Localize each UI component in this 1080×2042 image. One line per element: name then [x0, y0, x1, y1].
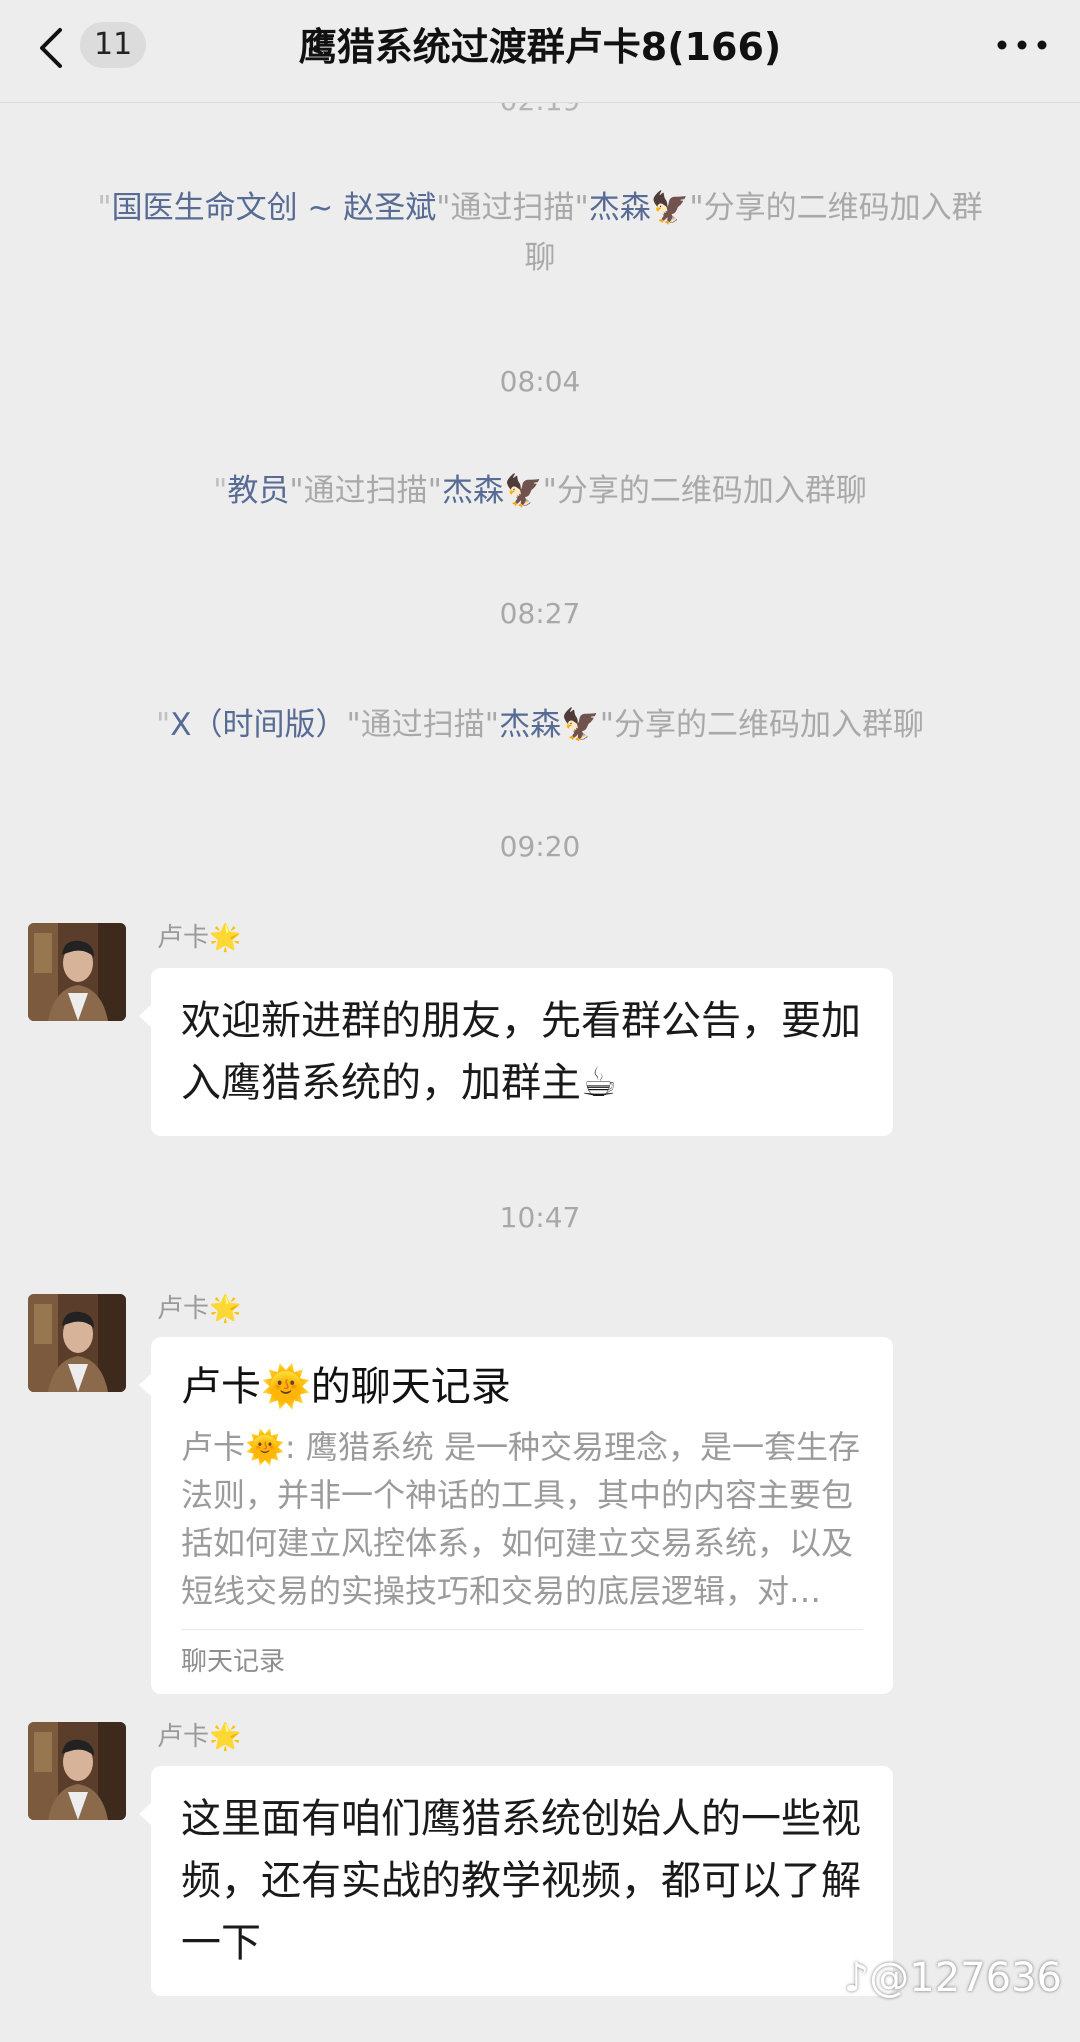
more-button[interactable] — [992, 30, 1052, 60]
timestamp: 10:47 — [499, 1201, 581, 1234]
sender-name: 卢卡🌟 — [157, 1722, 242, 1752]
system-message-join: "国医生命文创 ~ 赵圣斌"通过扫描"杰森🦅"分享的二维码加入群聊 — [97, 190, 983, 276]
more-dots-icon — [997, 40, 1047, 50]
chat-record-card[interactable]: 卢卡🌞的聊天记录 卢卡🌞: 鹰猎系统 是一种交易理念，是一套生存法则，并非一个神… — [139, 1337, 893, 1694]
sharer-name-link[interactable]: 杰森🦅 — [442, 473, 543, 509]
watermark: ♪@127636 — [843, 1955, 1062, 2001]
chat-record-footer: 聊天记录 — [181, 1629, 863, 1680]
chat-record-title: 卢卡🌞的聊天记录 — [181, 1364, 511, 1410]
watermark-logo-icon: ♪ — [843, 1955, 870, 2001]
back-chevron-icon — [40, 28, 62, 68]
sender-name: 卢卡🌟 — [157, 923, 242, 953]
unread-count-badge[interactable]: 11 — [80, 22, 147, 68]
sender-name: 卢卡🌟 — [157, 1294, 242, 1324]
member-name-link[interactable]: 国医生命文创 ~ 赵圣斌 — [112, 190, 437, 226]
back-button[interactable] — [30, 18, 74, 78]
system-message-join: "教员"通过扫描"杰森🦅"分享的二维码加入群聊 — [213, 473, 867, 509]
sharer-name-link[interactable]: 杰森🦅 — [499, 707, 600, 743]
chat-header: 11 鹰猎系统过渡群卢卡8(166) — [0, 0, 1080, 103]
avatar-icon — [28, 1722, 126, 1820]
timestamp: 08:27 — [499, 597, 581, 630]
system-message-join: "X（时间版）"通过扫描"杰森🦅"分享的二维码加入群聊 — [156, 707, 924, 743]
avatar-icon — [28, 923, 126, 1021]
chat-record-preview: 卢卡🌞: 鹰猎系统 是一种交易理念，是一套生存法则，并非一个神话的工具，其中的内… — [181, 1428, 860, 1610]
member-name-link[interactable]: 教员 — [227, 473, 289, 509]
member-name-link[interactable]: X（时间版） — [170, 707, 346, 743]
message-bubble[interactable]: 这里面有咱们鹰猎系统创始人的一些视频，还有实战的教学视频，都可以了解一下 — [139, 1766, 893, 1996]
timestamp: 08:04 — [499, 365, 581, 398]
avatar-icon — [28, 1294, 126, 1392]
avatar[interactable] — [28, 1722, 126, 1820]
chat-title[interactable]: 鹰猎系统过渡群卢卡8(166) — [180, 0, 900, 94]
avatar[interactable] — [28, 1294, 126, 1392]
timestamp: 09:20 — [499, 830, 581, 863]
message-bubble[interactable]: 欢迎新进群的朋友，先看群公告，要加入鹰猎系统的，加群主☕ — [139, 968, 893, 1136]
avatar[interactable] — [28, 923, 126, 1021]
sharer-name-link[interactable]: 杰森🦅 — [589, 190, 690, 226]
